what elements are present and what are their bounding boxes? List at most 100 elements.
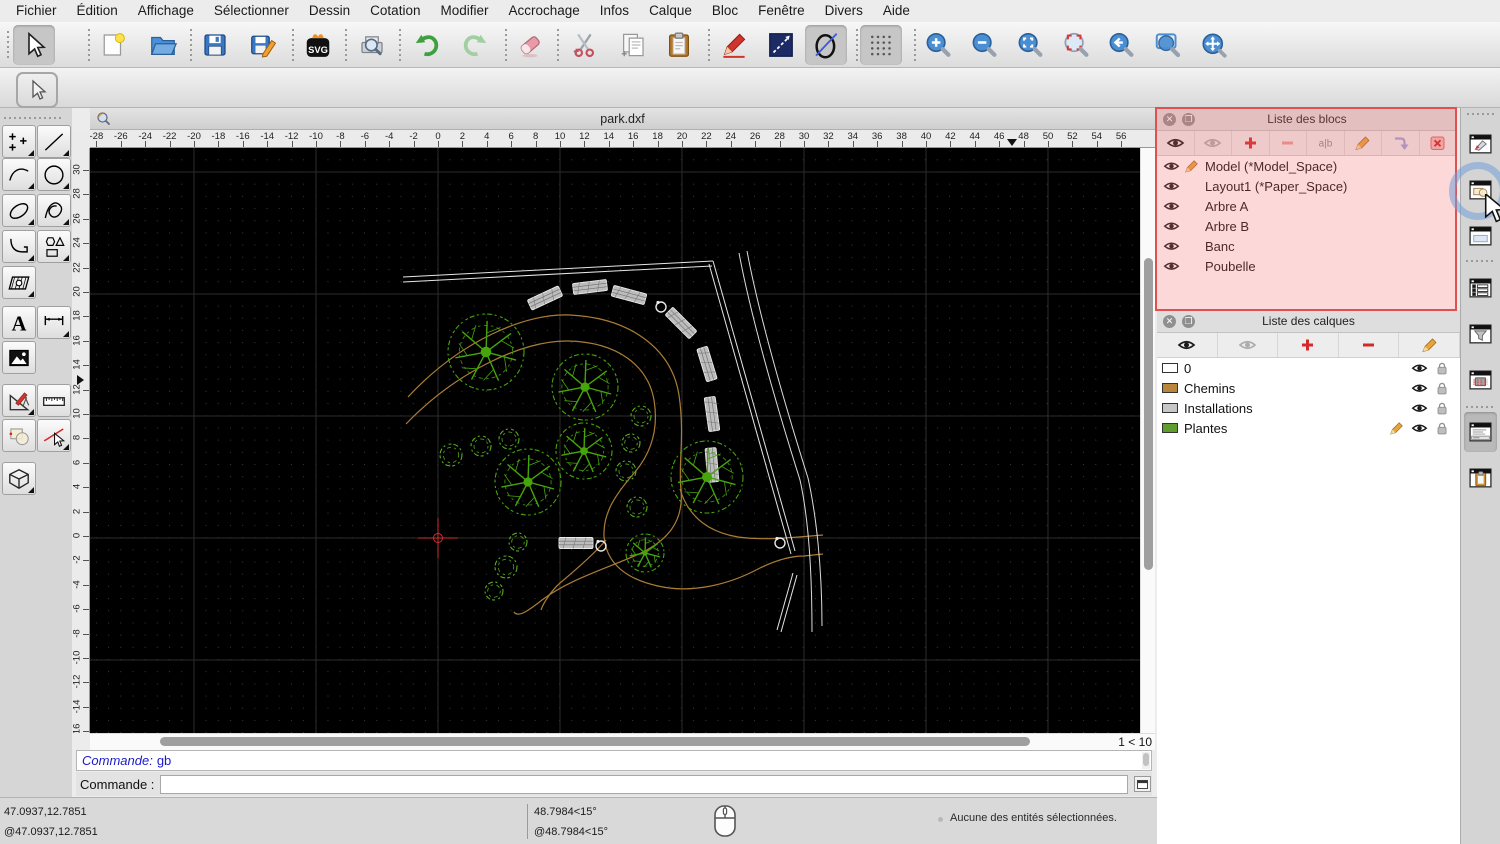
draw-arc-button[interactable] <box>2 158 36 191</box>
layer-color-swatch[interactable] <box>1162 383 1178 393</box>
menu-dessin[interactable]: Dessin <box>299 0 360 22</box>
block-panel-header[interactable]: ✕ ❐ Liste des blocs <box>1157 108 1457 131</box>
drawing-canvas[interactable] <box>90 148 1140 733</box>
layer-color-swatch[interactable] <box>1162 363 1178 373</box>
horizontal-scrollbar-thumb[interactable] <box>160 737 1030 746</box>
zoom-auto-button[interactable] <box>1009 25 1051 65</box>
paste-button[interactable] <box>658 25 700 65</box>
file-save-as-button[interactable] <box>242 25 284 65</box>
print-preview-button[interactable] <box>351 25 393 65</box>
block-row[interactable]: Arbre B <box>1157 216 1457 236</box>
close-icon[interactable]: ✕ <box>1163 112 1176 126</box>
detach-icon[interactable]: ❐ <box>1182 314 1195 328</box>
draw-point-button[interactable] <box>2 125 36 158</box>
freehand-button[interactable] <box>713 25 755 65</box>
file-new-button[interactable] <box>92 25 134 65</box>
layer-color-swatch[interactable] <box>1162 403 1178 413</box>
menu-divers[interactable]: Divers <box>815 0 873 22</box>
cursor-button[interactable] <box>13 25 55 65</box>
draw-spline-button[interactable] <box>37 194 71 227</box>
show-layer-button[interactable] <box>1157 333 1218 357</box>
undo-button[interactable] <box>406 25 448 65</box>
solid-tools-button[interactable] <box>2 462 36 495</box>
rename-block-button[interactable]: a|b <box>1307 131 1345 155</box>
command-options-button[interactable] <box>1134 776 1152 792</box>
line-square-button[interactable] <box>760 25 802 65</box>
lock-icon[interactable] <box>1434 401 1451 415</box>
erase-button[interactable] <box>509 25 551 65</box>
add-layer-button[interactable] <box>1278 333 1339 357</box>
command-input[interactable] <box>160 774 1129 794</box>
eye-icon[interactable] <box>1411 381 1428 395</box>
command-history-scrollbar-thumb[interactable] <box>1143 753 1149 766</box>
property-editor-dock-button[interactable] <box>1464 268 1497 308</box>
layer-panel-header[interactable]: ✕ ❐ Liste des calques <box>1157 310 1460 333</box>
eye-icon[interactable] <box>1163 179 1180 193</box>
layer-row[interactable]: Plantes <box>1157 418 1460 438</box>
lock-icon[interactable] <box>1434 361 1451 375</box>
close-icon[interactable]: ✕ <box>1163 314 1176 328</box>
menu-calque[interactable]: Calque <box>639 0 702 22</box>
block-tools-button[interactable] <box>2 419 36 452</box>
insert-image-button[interactable] <box>2 341 36 374</box>
menu-bloc[interactable]: Bloc <box>702 0 748 22</box>
add-block-button[interactable] <box>1232 131 1270 155</box>
block-row[interactable]: Layout1 (*Paper_Space) <box>1157 176 1457 196</box>
menu-accrochage[interactable]: Accrochage <box>498 0 589 22</box>
draw-ellipse-button[interactable] <box>2 194 36 227</box>
command-history-scrollbar[interactable] <box>1142 752 1150 769</box>
remove-block-button[interactable] <box>1270 131 1307 155</box>
menu-fenetre[interactable]: Fenêtre <box>748 0 815 22</box>
block-row[interactable]: Model (*Model_Space) <box>1157 156 1457 176</box>
zoom-out-button[interactable] <box>963 25 1005 65</box>
zoom-in-button[interactable] <box>917 25 959 65</box>
block-row[interactable]: Banc <box>1157 236 1457 256</box>
draw-text-button[interactable]: A <box>2 306 36 339</box>
palette-drag-handle[interactable] <box>4 117 62 119</box>
menu-modifier[interactable]: Modifier <box>430 0 498 22</box>
toolbar-drag-handle[interactable] <box>7 31 9 59</box>
layer-list-dock-button[interactable] <box>1464 216 1497 256</box>
detach-icon[interactable]: ❐ <box>1182 112 1195 126</box>
svg-export-button[interactable]: SVG <box>297 25 339 65</box>
eye-icon[interactable] <box>1163 219 1180 233</box>
draw-hatch-button[interactable] <box>2 266 36 299</box>
insert-block-button[interactable] <box>1382 131 1420 155</box>
eye-icon[interactable] <box>1163 259 1180 273</box>
menu-selectionner[interactable]: Sélectionner <box>204 0 299 22</box>
eye-icon[interactable] <box>1411 401 1428 415</box>
draw-circle-button[interactable] <box>37 158 71 191</box>
lock-icon[interactable] <box>1434 381 1451 395</box>
eye-icon[interactable] <box>1163 199 1180 213</box>
remove-layer-button[interactable] <box>1339 333 1400 357</box>
document-title-bar[interactable]: park.dxf <box>90 108 1155 130</box>
hide-layer-button[interactable] <box>1218 333 1279 357</box>
zoom-pan-button[interactable] <box>1193 25 1235 65</box>
hide-block-button[interactable] <box>1195 131 1232 155</box>
ellipse-slash-button[interactable] <box>805 25 847 65</box>
cut-button[interactable] <box>564 25 606 65</box>
copy-button[interactable] <box>612 25 654 65</box>
layer-row[interactable]: Chemins <box>1157 378 1460 398</box>
menu-affichage[interactable]: Affichage <box>128 0 204 22</box>
selection-filter-dock-button[interactable] <box>1464 314 1497 354</box>
grid-button[interactable] <box>860 25 902 65</box>
measure-tools-button[interactable] <box>37 384 71 417</box>
edit-block-button[interactable] <box>1345 131 1382 155</box>
measurement-dock-button[interactable] <box>1464 360 1497 400</box>
menu-cotation[interactable]: Cotation <box>360 0 430 22</box>
layer-row[interactable]: Installations <box>1157 398 1460 418</box>
current-tool-button[interactable] <box>16 72 58 108</box>
dock-drag-handle[interactable] <box>1467 113 1495 115</box>
zoom-window-button[interactable] <box>1147 25 1189 65</box>
menu-edition[interactable]: Édition <box>67 0 128 22</box>
modify-tools-button[interactable] <box>2 384 36 417</box>
file-open-button[interactable] <box>142 25 184 65</box>
block-row[interactable]: Poubelle <box>1157 256 1457 276</box>
vertical-scrollbar[interactable] <box>1140 148 1155 733</box>
eye-icon[interactable] <box>1411 361 1428 375</box>
library-browser-dock-button[interactable] <box>1464 124 1497 164</box>
layer-row[interactable]: 0 <box>1157 358 1460 378</box>
menu-fichier[interactable]: Fichier <box>6 0 67 22</box>
file-save-button[interactable] <box>194 25 236 65</box>
